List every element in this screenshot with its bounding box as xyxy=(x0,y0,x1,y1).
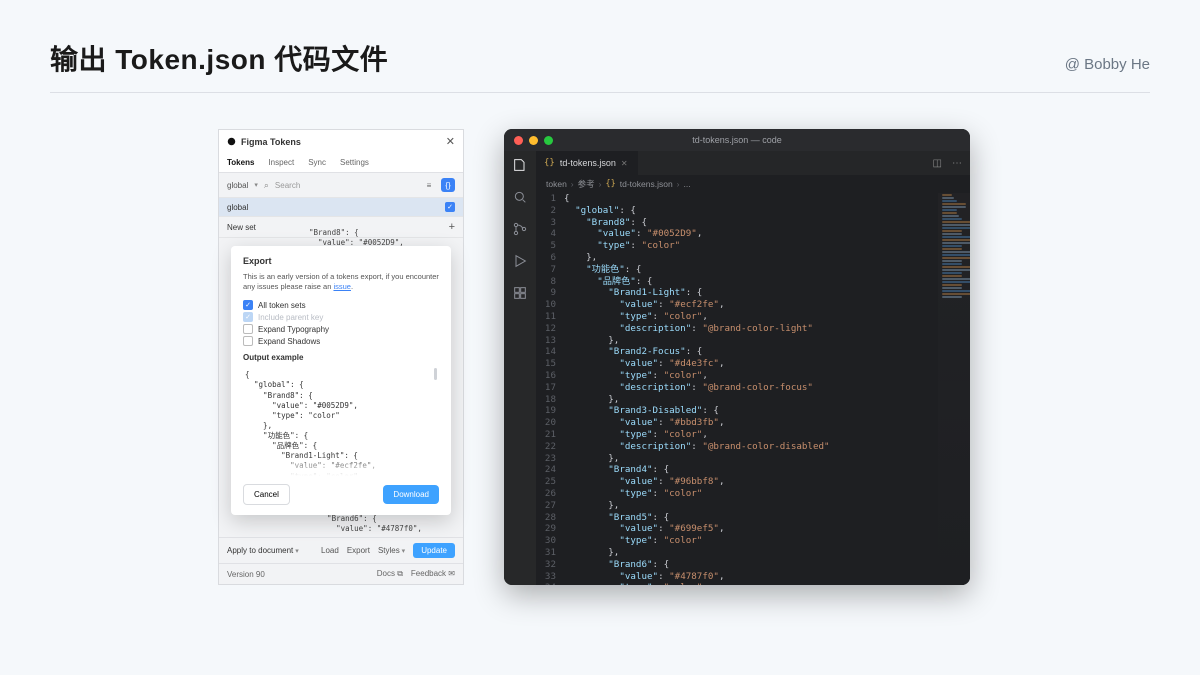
figma-logo-icon xyxy=(227,137,236,146)
checkbox-checked-icon[interactable]: ✓ xyxy=(445,202,455,212)
styles-link[interactable]: Styles ▾ xyxy=(378,546,405,555)
chevron-down-icon: ▾ xyxy=(254,181,258,189)
tab-close-icon[interactable]: ✕ xyxy=(621,159,628,168)
load-link[interactable]: Load xyxy=(321,546,339,555)
files-icon[interactable] xyxy=(512,157,528,175)
feedback-label: Feedback xyxy=(411,569,446,578)
cancel-button[interactable]: Cancel xyxy=(243,484,290,505)
crumb: token xyxy=(546,179,567,189)
editor-tab[interactable]: {} td-tokens.json ✕ xyxy=(536,151,638,175)
json-view-icon[interactable]: {} xyxy=(441,178,455,192)
checkbox-unchecked-icon[interactable]: ✓ xyxy=(243,336,253,346)
vscode-window: td-tokens.json — code {} td-tokens.json … xyxy=(504,129,970,585)
issue-link[interactable]: issue xyxy=(333,282,351,291)
window-titlebar: td-tokens.json — code xyxy=(504,129,970,151)
export-link[interactable]: Export xyxy=(347,546,370,555)
tab-label: td-tokens.json xyxy=(560,158,616,168)
breadcrumb[interactable]: token› 参考› {}td-tokens.json› ... xyxy=(536,175,970,193)
code-editor[interactable]: 1234567891011121314151617181920212223242… xyxy=(536,193,970,585)
list-view-icon[interactable]: ≡ xyxy=(422,178,436,192)
chevron-down-icon: ▾ xyxy=(400,548,405,555)
docs-label: Docs xyxy=(377,569,395,578)
drag-handle-icon[interactable] xyxy=(434,368,437,380)
page-author: @ Bobby He xyxy=(1065,56,1150,73)
checkbox-checked-icon[interactable]: ✓ xyxy=(243,300,253,310)
page-title: 输出 Token.json 代码文件 xyxy=(50,38,388,78)
export-note: This is an early version of a tokens exp… xyxy=(243,272,439,292)
opt-parent-label: Include parent key xyxy=(258,313,323,322)
crumb: ... xyxy=(684,179,691,189)
tab-tokens[interactable]: Tokens xyxy=(227,158,254,167)
figma-tokens-panel: Figma Tokens ✕ Tokens Inspect Sync Setti… xyxy=(218,129,464,585)
window-title: td-tokens.json — code xyxy=(504,135,970,145)
minimap[interactable] xyxy=(938,193,970,585)
panel-title: Figma Tokens xyxy=(241,137,301,147)
export-heading: Export xyxy=(243,256,439,266)
token-set-global[interactable]: global ✓ xyxy=(219,198,463,217)
debug-icon[interactable] xyxy=(512,253,528,271)
opt-typo-label: Expand Typography xyxy=(258,325,329,334)
apply-label: Apply to document xyxy=(227,546,293,555)
source-control-icon[interactable] xyxy=(512,221,528,239)
more-icon[interactable]: ⋯ xyxy=(952,158,962,169)
export-modal: Export This is an early version of a tok… xyxy=(231,246,451,515)
version-label: Version 90 xyxy=(227,570,265,579)
apply-select[interactable]: Apply to document ▾ xyxy=(227,546,299,555)
close-icon[interactable]: ✕ xyxy=(446,135,455,148)
opt-all-label: All token sets xyxy=(258,301,306,310)
checkbox-disabled-icon: ✓ xyxy=(243,312,253,322)
output-example-label: Output example xyxy=(243,353,439,362)
tab-settings[interactable]: Settings xyxy=(340,158,369,167)
checkbox-unchecked-icon[interactable]: ✓ xyxy=(243,324,253,334)
docs-link[interactable]: Docs ⧉ xyxy=(377,569,403,579)
extensions-icon[interactable] xyxy=(512,285,528,303)
output-example-code: { "global": { "Brand8": { "value": "#005… xyxy=(243,366,439,476)
search-icon[interactable]: ⌕ xyxy=(264,180,269,191)
styles-label: Styles xyxy=(378,546,400,555)
split-editor-icon[interactable]: ◫ xyxy=(933,158,942,169)
activity-bar xyxy=(504,151,536,585)
scope-select[interactable]: global xyxy=(227,181,248,190)
set-label-new: New set xyxy=(227,223,256,232)
search-icon[interactable] xyxy=(512,189,528,207)
update-button[interactable]: Update xyxy=(413,543,455,558)
tab-sync[interactable]: Sync xyxy=(308,158,326,167)
chevron-down-icon: ▾ xyxy=(293,548,298,555)
crumb: td-tokens.json xyxy=(620,179,673,189)
tab-inspect[interactable]: Inspect xyxy=(268,158,294,167)
opt-shadow-label: Expand Shadows xyxy=(258,337,320,346)
search-placeholder[interactable]: Search xyxy=(275,181,300,190)
set-label-global: global xyxy=(227,203,248,212)
feedback-link[interactable]: Feedback ✉ xyxy=(411,569,455,579)
panel-tabs: Tokens Inspect Sync Settings xyxy=(219,153,463,173)
json-file-icon: {} xyxy=(544,158,555,168)
json-file-icon: {} xyxy=(606,179,616,189)
download-button[interactable]: Download xyxy=(383,485,439,504)
crumb: 参考 xyxy=(578,178,595,190)
